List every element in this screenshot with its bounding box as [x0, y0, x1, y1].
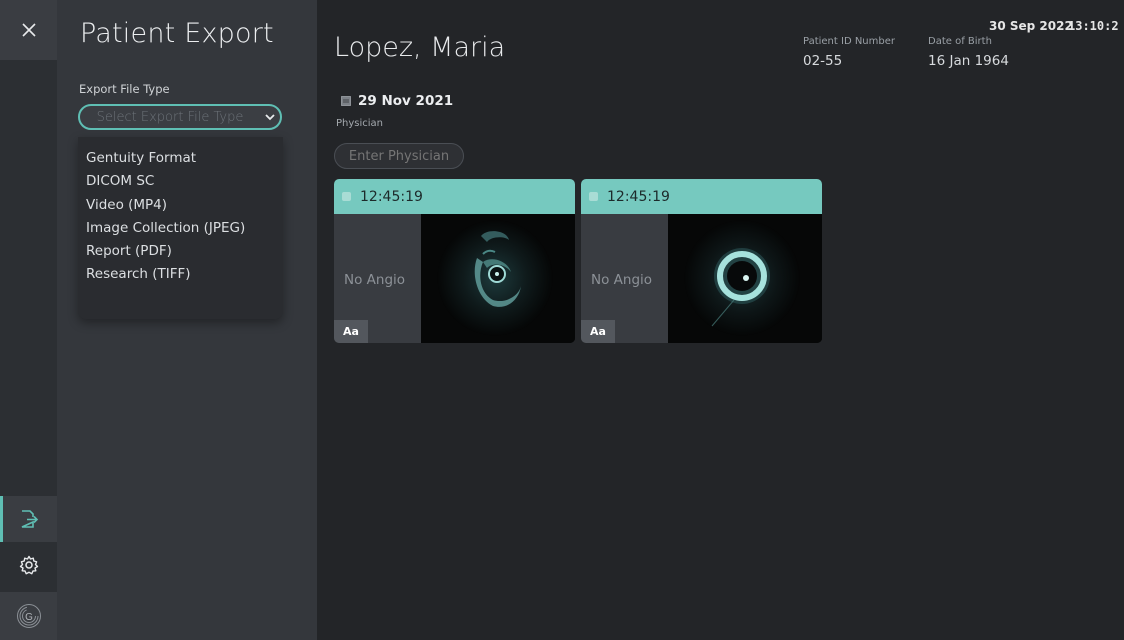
patient-id-label: Patient ID Number: [803, 36, 895, 47]
select-checkbox[interactable]: [342, 192, 351, 201]
dob-value: 16 Jan 1964: [928, 53, 1009, 69]
export-file-type-dropdown: Gentuity Format DICOM SC Video (MP4) Ima…: [78, 137, 283, 319]
annotation-button[interactable]: Aa: [581, 320, 615, 343]
angio-status: No Angio: [344, 272, 406, 288]
angio-status: No Angio: [591, 272, 653, 288]
current-time: 13:10:2: [1068, 19, 1119, 33]
export-icon: [21, 510, 38, 528]
physician-input[interactable]: [334, 143, 464, 169]
recording-time: 12:45:19: [360, 188, 423, 205]
session-date-row: 29 Nov 2021: [341, 93, 453, 109]
recording-card-header: 12:45:19: [581, 179, 822, 214]
recording-card[interactable]: 12:45:19 No Angio Aa: [581, 179, 822, 343]
option-image-collection-jpeg[interactable]: Image Collection (JPEG): [78, 217, 283, 240]
chevron-down-icon: [260, 113, 280, 121]
angio-panel: No Angio Aa: [334, 214, 421, 343]
logo-icon: G: [16, 604, 41, 628]
close-icon: [21, 23, 36, 37]
export-file-type-label: Export File Type: [79, 82, 170, 96]
svg-text:G: G: [25, 612, 33, 623]
annotation-button[interactable]: Aa: [334, 320, 368, 343]
angio-panel: No Angio Aa: [581, 214, 668, 343]
session-date: 29 Nov 2021: [358, 93, 454, 109]
gear-icon: [19, 555, 38, 575]
oct-thumbnail: [421, 214, 575, 343]
dob-label: Date of Birth: [928, 36, 992, 47]
option-video-mp4[interactable]: Video (MP4): [78, 194, 283, 217]
recording-time: 12:45:19: [607, 188, 670, 205]
close-button[interactable]: [0, 0, 57, 60]
oct-thumbnail: [668, 214, 822, 343]
patient-id-value: 02-55: [803, 53, 843, 69]
export-nav-button[interactable]: [0, 496, 57, 542]
option-gentuity-format[interactable]: Gentuity Format: [78, 147, 283, 170]
nav-rail: G: [0, 0, 57, 640]
select-checkbox[interactable]: [589, 192, 598, 201]
patient-name: Lopez, Maria: [334, 32, 506, 63]
panel-title: Patient Export: [80, 18, 274, 49]
brand-logo: G: [0, 592, 57, 640]
select-placeholder: Select Export File Type: [96, 109, 244, 125]
settings-nav-button[interactable]: [0, 542, 57, 588]
export-file-type-select[interactable]: Select Export File Type: [78, 104, 282, 130]
option-dicom-sc[interactable]: DICOM SC: [78, 170, 283, 193]
export-panel: Patient Export Export File Type Select E…: [57, 0, 317, 640]
recording-card-header: 12:45:19: [334, 179, 575, 214]
physician-label: Physician: [336, 118, 384, 129]
recording-card[interactable]: 12:45:19 No Angio Aa: [334, 179, 575, 343]
calendar-icon: [341, 96, 351, 106]
option-research-tiff[interactable]: Research (TIFF): [78, 263, 283, 286]
option-report-pdf[interactable]: Report (PDF): [78, 240, 283, 263]
current-date: 30 Sep 2022: [989, 19, 1073, 33]
